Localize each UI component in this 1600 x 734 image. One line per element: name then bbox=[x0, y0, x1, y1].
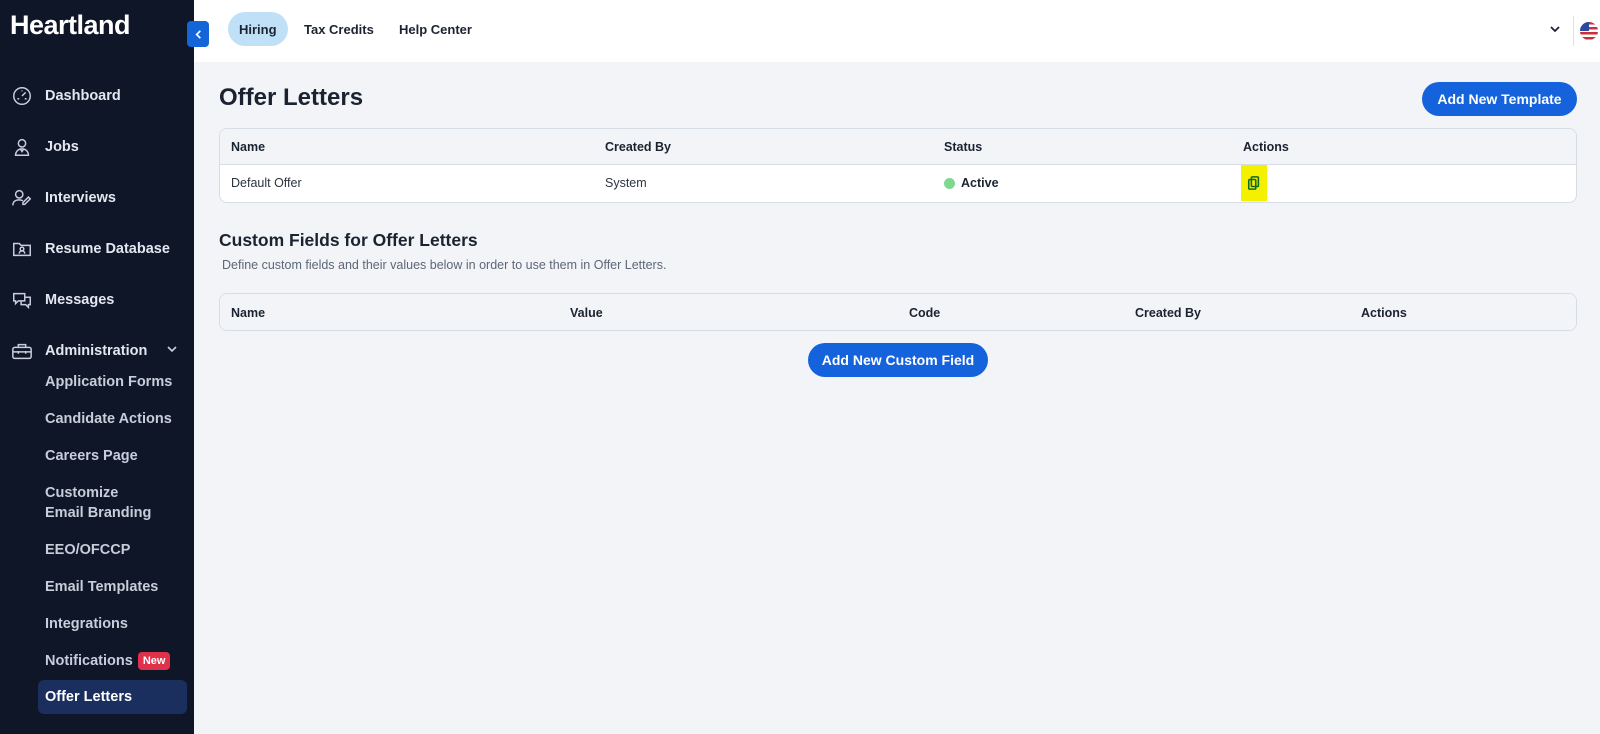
top-right-controls bbox=[1549, 16, 1600, 46]
sidebar-item-administration[interactable]: Administration bbox=[0, 325, 194, 376]
tab-tax-credits[interactable]: Tax Credits bbox=[293, 12, 385, 46]
offer-letters-table: Name Created By Status Actions Default O… bbox=[219, 128, 1577, 203]
sidebar-subitem-candidate-actions[interactable]: Candidate Actions bbox=[0, 409, 194, 429]
heartland-logo: Heartland bbox=[10, 10, 131, 40]
messages-icon bbox=[10, 288, 34, 312]
add-new-custom-field-button[interactable]: Add New Custom Field bbox=[808, 343, 988, 377]
custom-fields-table: Name Value Code Created By Actions bbox=[219, 293, 1577, 331]
sidebar-item-interviews[interactable]: Interviews bbox=[0, 172, 194, 223]
custom-fields-title: Custom Fields for Offer Letters bbox=[219, 230, 478, 250]
status-badge: Active bbox=[944, 165, 999, 201]
interviews-icon bbox=[10, 186, 34, 210]
column-header-created-by: Created By bbox=[1135, 306, 1201, 320]
sidebar: Heartland Dashboard Jobs Interviews Resu… bbox=[0, 0, 194, 734]
sidebar-subitem-customize-email-branding[interactable]: Customize Email Branding bbox=[0, 483, 160, 523]
tab-help-center[interactable]: Help Center bbox=[388, 12, 483, 46]
resume-database-icon bbox=[10, 237, 34, 261]
chevron-down-icon[interactable] bbox=[166, 343, 178, 359]
sidebar-subitem-notifications[interactable]: Notifications New bbox=[0, 651, 194, 671]
sidebar-item-label: Resume Database bbox=[45, 240, 170, 257]
sidebar-item-resume-database[interactable]: Resume Database bbox=[0, 223, 194, 274]
sidebar-subitem-eeo-ofccp[interactable]: EEO/OFCCP bbox=[0, 540, 194, 560]
divider bbox=[1573, 16, 1574, 46]
template-created-by: System bbox=[605, 176, 647, 190]
new-badge: New bbox=[137, 652, 171, 670]
chevron-left-icon bbox=[194, 29, 201, 39]
sidebar-subitem-offer-letters[interactable]: Offer Letters bbox=[38, 680, 187, 714]
sidebar-subitem-integrations[interactable]: Integrations bbox=[0, 614, 194, 634]
copy-icon[interactable] bbox=[1241, 165, 1267, 201]
column-header-name: Name bbox=[231, 140, 266, 154]
template-name: Default Offer bbox=[231, 176, 302, 190]
column-header-actions: Actions bbox=[1243, 140, 1289, 154]
sidebar-subitem-application-forms[interactable]: Application Forms bbox=[0, 372, 194, 392]
sidebar-subitem-careers-page[interactable]: Careers Page bbox=[0, 446, 194, 466]
sidebar-nav: Dashboard Jobs Interviews Resume Databas… bbox=[0, 70, 194, 376]
sidebar-item-jobs[interactable]: Jobs bbox=[0, 121, 194, 172]
column-header-value: Value bbox=[570, 306, 603, 320]
table-row: Default Offer System Active bbox=[220, 165, 1576, 202]
us-flag-icon[interactable] bbox=[1580, 22, 1598, 40]
column-header-status: Status bbox=[944, 140, 983, 154]
custom-fields-description: Define custom fields and their values be… bbox=[222, 258, 667, 272]
tab-hiring[interactable]: Hiring bbox=[228, 12, 288, 46]
sidebar-subitem-label: Notifications bbox=[45, 653, 133, 669]
collapse-sidebar-button[interactable] bbox=[187, 21, 209, 47]
top-bar: Hiring Tax Credits Help Center bbox=[194, 0, 1600, 62]
table-header: Name Value Code Created By Actions bbox=[220, 294, 1576, 330]
sidebar-item-label: Interviews bbox=[45, 189, 116, 206]
administration-icon bbox=[10, 339, 34, 363]
add-new-template-button[interactable]: Add New Template bbox=[1422, 82, 1577, 116]
sidebar-item-dashboard[interactable]: Dashboard bbox=[0, 70, 194, 121]
sidebar-item-label: Dashboard bbox=[45, 87, 121, 104]
sidebar-item-label: Jobs bbox=[45, 138, 79, 155]
chevron-down-icon[interactable] bbox=[1549, 22, 1561, 40]
table-header: Name Created By Status Actions bbox=[220, 129, 1576, 165]
column-header-name: Name bbox=[231, 306, 266, 320]
sidebar-item-label: Administration bbox=[45, 342, 148, 359]
column-header-actions: Actions bbox=[1361, 306, 1407, 320]
administration-submenu: Application Forms Candidate Actions Care… bbox=[0, 372, 194, 731]
sidebar-item-label: Messages bbox=[45, 291, 115, 308]
status-dot bbox=[944, 177, 955, 189]
sidebar-subitem-email-templates[interactable]: Email Templates bbox=[0, 577, 194, 597]
jobs-icon bbox=[10, 135, 34, 159]
dashboard-icon bbox=[10, 84, 34, 108]
column-header-created-by: Created By bbox=[605, 140, 671, 154]
status-label: Active bbox=[961, 176, 999, 190]
column-header-code: Code bbox=[909, 306, 941, 320]
sidebar-item-messages[interactable]: Messages bbox=[0, 274, 194, 325]
page-title: Offer Letters bbox=[219, 84, 364, 111]
